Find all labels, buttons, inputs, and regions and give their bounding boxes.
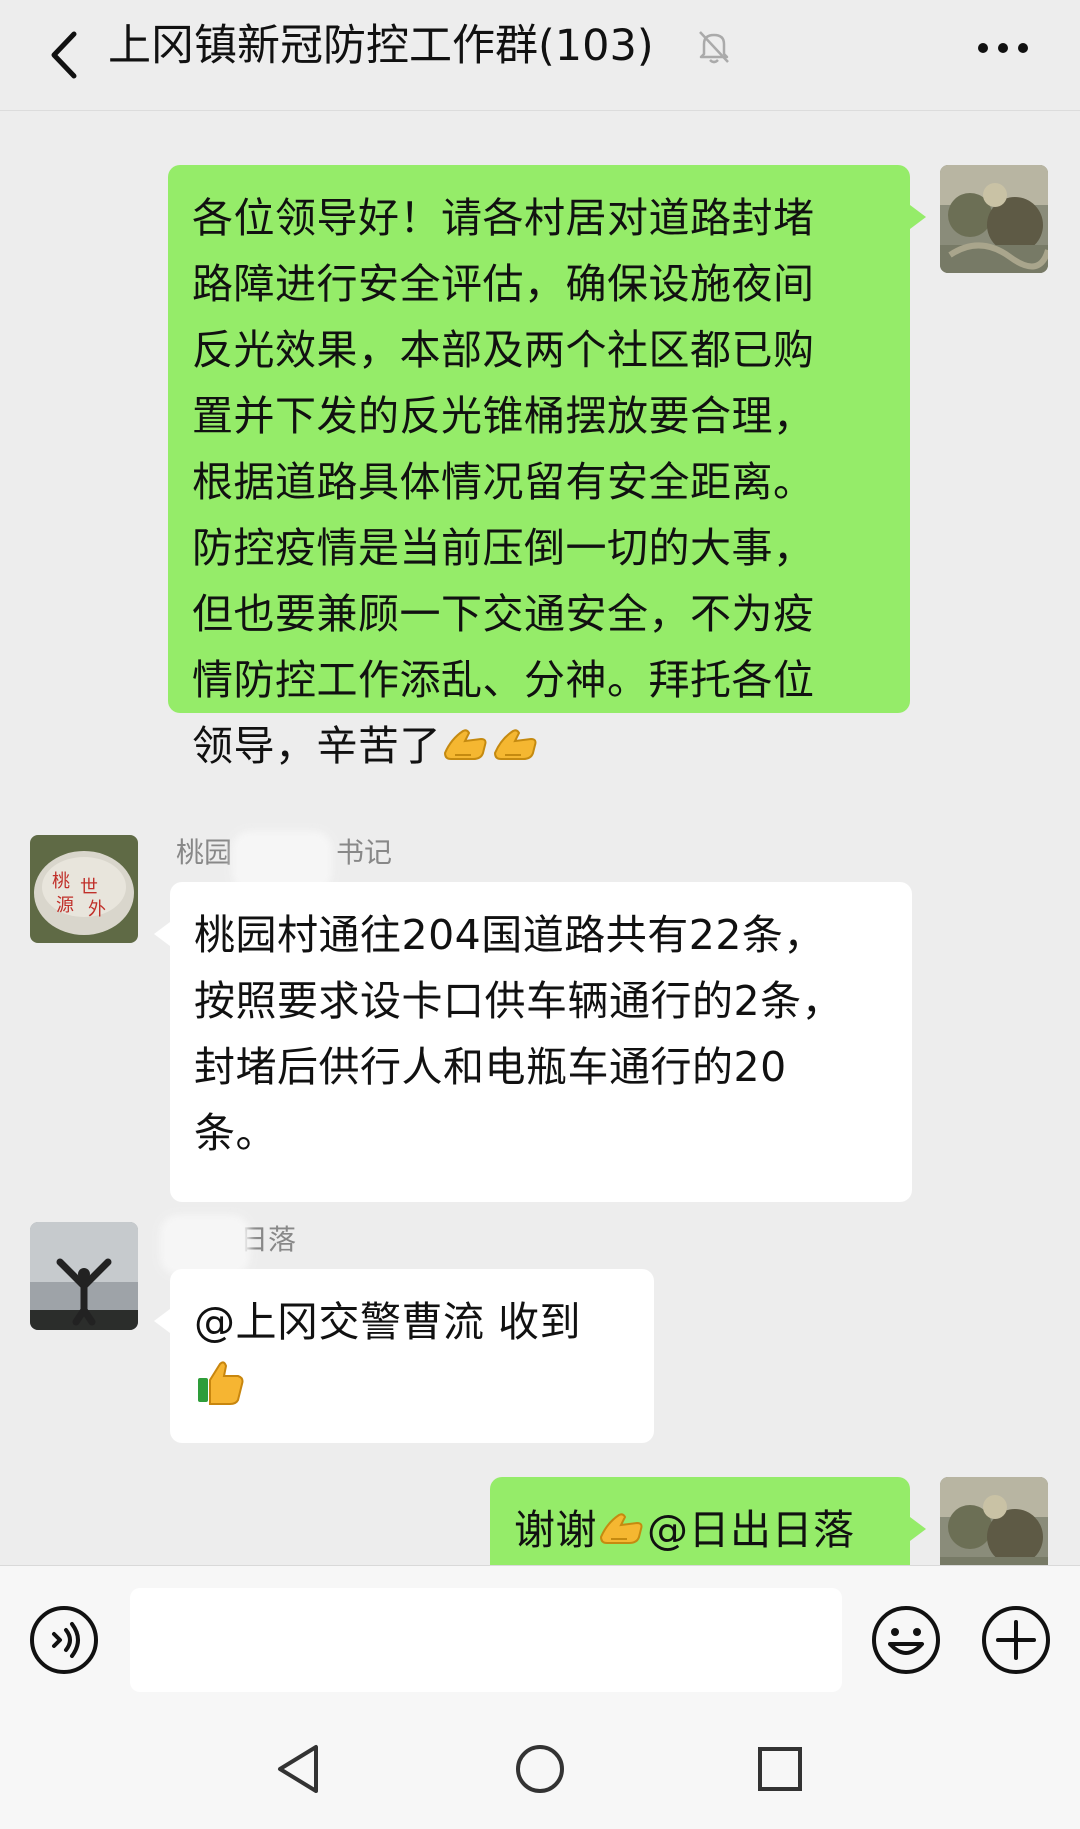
message-line: 但也要兼顾一下交通安全，不为疫	[192, 590, 815, 638]
square-recents-icon	[758, 1747, 802, 1791]
message-bubble-incoming[interactable]: 桃园村通往204国道路共有22条， 按照要求设卡口供车辆通行的2条， 封堵后供行…	[154, 882, 912, 1202]
message-line: 谢谢 @日出日落	[514, 1497, 888, 1565]
voice-input-button[interactable]	[28, 1604, 100, 1676]
plus-icon	[982, 1606, 1050, 1674]
message-line: 路障进行安全评估，确保设施夜间	[192, 260, 815, 308]
svg-text:外: 外	[88, 899, 106, 920]
system-nav-bar	[0, 1709, 1080, 1829]
redaction-blur	[160, 1215, 250, 1275]
sender-name-prefix: 桃园	[176, 836, 233, 869]
more-dots-icon	[978, 43, 1028, 53]
message-line: 条。	[194, 1109, 277, 1157]
message-line: 按照要求设卡口供车辆通行的2条，	[194, 977, 844, 1025]
chat-header: 上冈镇新冠防控工作群(103)	[0, 0, 1080, 111]
back-button[interactable]	[30, 20, 100, 90]
message-text: 谢谢	[514, 1506, 597, 1554]
message-line: 防控疫情是当前压倒一切的大事，	[192, 524, 815, 572]
chat-title: 上冈镇新冠防控工作群(103)	[108, 21, 654, 71]
sender-avatar[interactable]	[30, 1222, 138, 1330]
message-line: 领导，辛苦了	[192, 713, 888, 782]
message-input-bar	[0, 1565, 1080, 1710]
message-line: 桃园村通往204国道路共有22条，	[194, 911, 825, 959]
svg-text:源: 源	[56, 895, 74, 916]
message-line	[194, 1355, 632, 1427]
my-avatar[interactable]	[940, 165, 1048, 273]
nav-back-button[interactable]	[270, 1739, 330, 1799]
sender-avatar[interactable]: 桃 世 源 外	[30, 835, 138, 943]
message-bubble-outgoing[interactable]: 谢谢 @日出日落	[490, 1477, 926, 1565]
circle-home-icon	[516, 1745, 564, 1793]
message-bubble-outgoing[interactable]: 各位领导好！请各村居对道路封堵 路障进行安全评估，确保设施夜间 反光效果，本部及…	[168, 165, 926, 770]
bell-muted-icon	[692, 24, 736, 68]
message-line: 置并下发的反光锥桶摆放要合理，	[192, 392, 815, 440]
sender-name-suffix: 书记	[336, 836, 393, 869]
nav-recents-button[interactable]	[750, 1739, 810, 1799]
message-line: 封堵后供行人和电瓶车通行的20	[194, 1043, 787, 1091]
emoji-button[interactable]	[870, 1604, 942, 1676]
fist-bump-icon	[597, 1500, 647, 1565]
message-line: 反光效果，本部及两个社区都已购	[192, 326, 815, 374]
smiley-icon	[872, 1606, 940, 1674]
message-line: 各位领导好！请各村居对道路封堵	[192, 194, 815, 242]
mention-text: @日出日落	[647, 1506, 855, 1554]
message-line: 根据道路具体情况留有安全距离。	[192, 458, 815, 506]
chat-screen: 上冈镇新冠防控工作群(103) 各位领导好！请各村居对道路封堵 路障进行安全评估…	[0, 0, 1080, 1829]
fist-bump-icon	[441, 716, 491, 782]
my-avatar[interactable]	[940, 1477, 1048, 1565]
message-list[interactable]: 各位领导好！请各村居对道路封堵 路障进行安全评估，确保设施夜间 反光效果，本部及…	[0, 111, 1080, 1565]
thumbs-up-icon	[194, 1356, 246, 1427]
svg-text:桃: 桃	[52, 871, 70, 892]
triangle-back-icon	[278, 1745, 318, 1793]
fist-bump-icon	[491, 716, 541, 782]
more-actions-button[interactable]	[980, 1604, 1052, 1676]
message-input[interactable]	[130, 1588, 842, 1692]
message-line: 情防控工作添乱、分神。拜托各位	[192, 656, 815, 704]
nav-home-button[interactable]	[510, 1739, 570, 1799]
svg-text:世: 世	[80, 877, 98, 898]
message-text: 领导，辛苦了	[192, 722, 441, 770]
more-options-button[interactable]	[968, 20, 1038, 76]
message-line: @上冈交警曹流 收到	[194, 1298, 582, 1346]
message-bubble-incoming[interactable]: @上冈交警曹流 收到	[154, 1269, 654, 1443]
chevron-left-icon	[51, 31, 77, 79]
voice-icon	[30, 1606, 98, 1674]
